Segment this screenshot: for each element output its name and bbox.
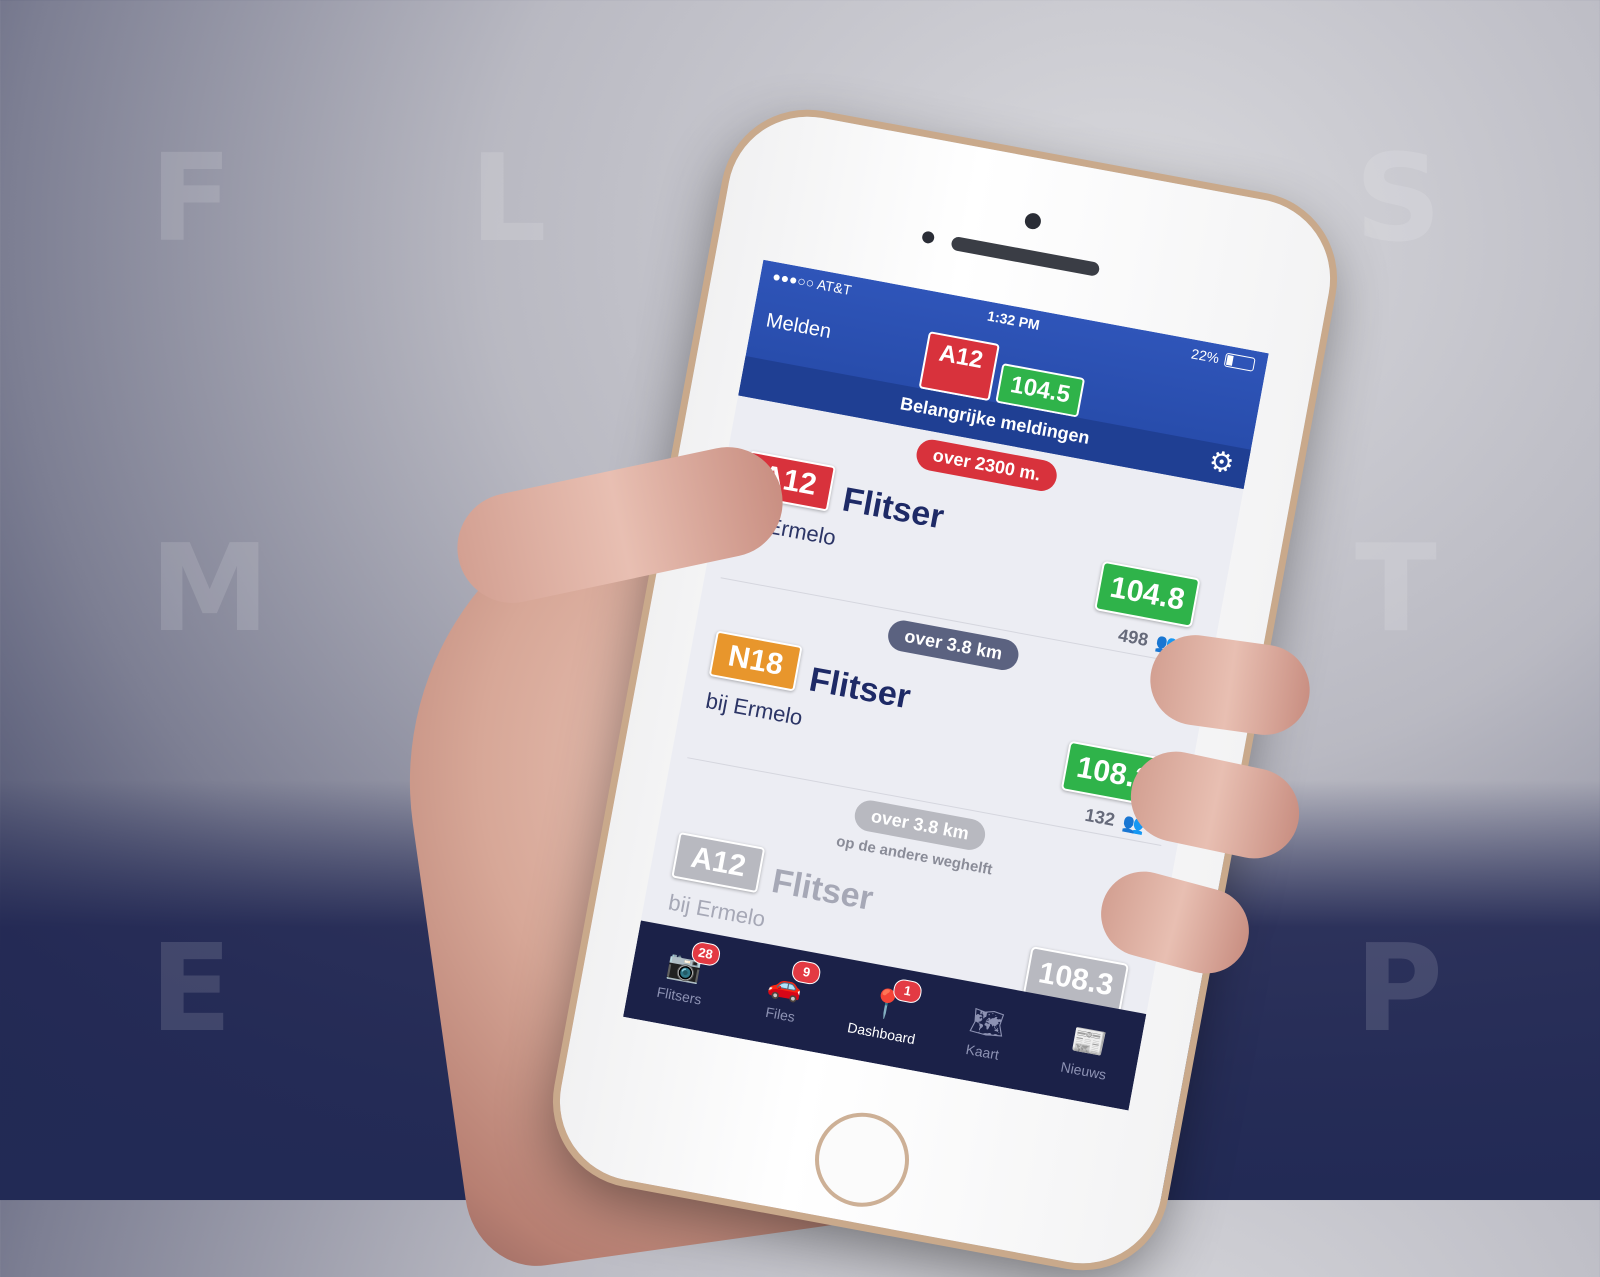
battery-icon <box>1223 352 1256 372</box>
bg-letter: T <box>1355 520 1437 659</box>
map-icon: 🗺 <box>967 1004 1009 1042</box>
tab-dashboard[interactable]: 📍 Dashboard 1 <box>825 958 944 1073</box>
tab-flitsers[interactable]: 📷 Flitsers 28 <box>623 920 742 1035</box>
road-badge: A12 <box>671 832 766 894</box>
tab-nieuws[interactable]: 📰 Nieuws <box>1027 995 1146 1110</box>
alert-type: Flitser <box>839 480 947 537</box>
tab-label: Kaart <box>964 1040 1001 1063</box>
gear-icon[interactable]: ⚙ <box>1206 445 1236 480</box>
alert-type: Flitser <box>806 660 914 717</box>
battery-indicator: 22% <box>1190 345 1256 372</box>
alert-location: bij Ermelo <box>666 889 768 932</box>
alert-location: bij Ermelo <box>703 687 805 731</box>
road-badge: N18 <box>708 630 803 692</box>
bg-letter: F <box>150 130 232 269</box>
tab-label: Flitsers <box>655 983 703 1008</box>
tab-label: Dashboard <box>846 1019 917 1048</box>
speed-badge: 104.8 <box>1094 560 1201 628</box>
battery-percent: 22% <box>1190 345 1221 367</box>
alert-type: Flitser <box>768 862 877 919</box>
bg-letter: S <box>1355 130 1442 269</box>
bg-letter: L <box>470 130 547 269</box>
tab-files[interactable]: 🚗 Files 9 <box>724 939 843 1054</box>
tab-label: Nieuws <box>1059 1058 1108 1083</box>
bg-letter: E <box>150 920 232 1059</box>
bg-letter: P <box>1355 920 1443 1059</box>
tab-kaart[interactable]: 🗺 Kaart <box>926 977 1045 1092</box>
tab-label: Files <box>764 1003 797 1025</box>
newspaper-icon: 📰 <box>1068 1023 1109 1061</box>
bg-letter: M <box>150 520 270 659</box>
